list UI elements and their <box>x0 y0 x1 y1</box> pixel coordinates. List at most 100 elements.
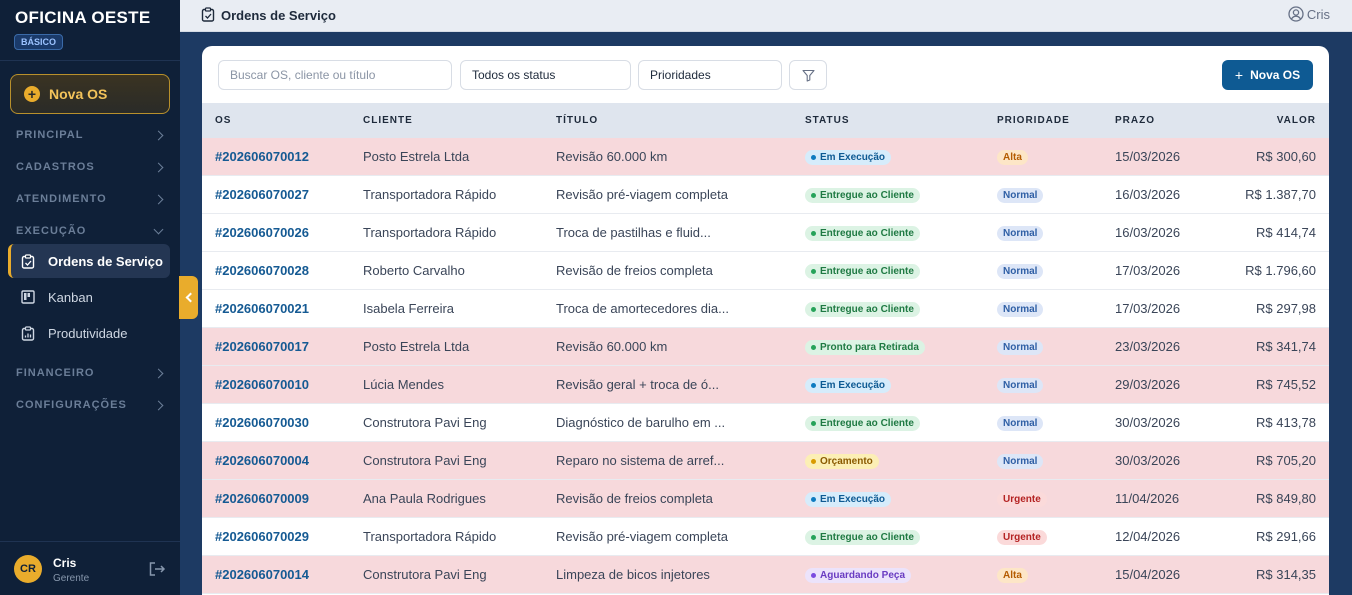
sidebar-item-ordens[interactable]: Ordens de Serviço <box>8 244 170 278</box>
topbar: Ordens de Serviço Cris <box>180 0 1352 32</box>
table-row[interactable]: #202606070010 Lúcia Mendes Revisão geral +… <box>202 366 1329 404</box>
table-row[interactable]: #202606070017 Posto Estrela Ltda Revisão 6… <box>202 328 1329 366</box>
new-os-primary-button[interactable]: + Nova OS <box>1222 60 1313 90</box>
status-label: Entregue ao Cliente <box>820 266 914 277</box>
table-row[interactable]: #202606070029 Transportadora Rápido Revisã… <box>202 518 1329 556</box>
os-number-link[interactable]: #202606070014 <box>215 567 309 582</box>
status-badge: Entregue ao Cliente <box>805 302 920 317</box>
os-number-link[interactable]: #202606070028 <box>215 263 309 278</box>
search-input[interactable] <box>218 60 452 90</box>
status-dot-icon <box>811 269 816 274</box>
order-title: Revisão geral + troca de ó... <box>556 377 719 392</box>
status-dot-icon <box>811 193 816 198</box>
filter-button[interactable] <box>789 60 827 90</box>
nav-section-execucao[interactable]: EXECUÇÃO <box>16 222 166 240</box>
due-date: 30/03/2026 <box>1115 415 1181 430</box>
os-number-link[interactable]: #202606070009 <box>215 491 309 506</box>
status-select-value: Todos os status <box>472 68 556 82</box>
order-value: R$ 291,66 <box>1256 529 1316 544</box>
order-title: Revisão pré-viagem completa <box>556 187 728 202</box>
status-dot-icon <box>811 307 816 312</box>
status-label: Entregue ao Cliente <box>820 190 914 201</box>
table-row[interactable]: #202606070026 Transportadora Rápido Troca … <box>202 214 1329 252</box>
avatar: CR <box>14 555 42 583</box>
col-status[interactable]: STATUS <box>805 115 850 126</box>
os-number-link[interactable]: #202606070012 <box>215 149 309 164</box>
section-label: CADASTROS <box>16 161 95 173</box>
table-row[interactable]: #202606070021 Isabela Ferreira Troca de am… <box>202 290 1329 328</box>
filter-icon <box>801 69 815 82</box>
order-title: Revisão pré-viagem completa <box>556 529 728 544</box>
user-menu[interactable]: Cris <box>1288 6 1330 22</box>
chart-clipboard-icon <box>20 325 36 341</box>
order-value: R$ 1.387,70 <box>1245 187 1316 202</box>
priority-badge: Alta <box>997 150 1028 165</box>
col-titulo[interactable]: TÍTULO <box>556 115 598 126</box>
clipboard-icon <box>201 7 215 22</box>
os-number-link[interactable]: #202606070010 <box>215 377 309 392</box>
status-select[interactable]: Todos os status <box>460 60 631 90</box>
logout-icon[interactable] <box>148 561 166 577</box>
col-valor[interactable]: VALOR <box>1277 115 1316 126</box>
table-row[interactable]: #202606070030 Construtora Pavi Eng Diagnós… <box>202 404 1329 442</box>
table-row[interactable]: #202606070027 Transportadora Rápido Revisã… <box>202 176 1329 214</box>
os-number-link[interactable]: #202606070029 <box>215 529 309 544</box>
order-value: R$ 413,78 <box>1256 415 1316 430</box>
nav-section-configuracoes[interactable]: CONFIGURAÇÕES <box>16 396 166 414</box>
new-os-label: Nova OS <box>49 86 108 102</box>
table-row[interactable]: #202606070028 Roberto Carvalho Revisão de … <box>202 252 1329 290</box>
sidebar: OFICINA OESTE BÁSICO + Nova OS PRINCIPAL… <box>0 0 180 595</box>
status-dot-icon <box>811 383 816 388</box>
table-row[interactable]: #202606070004 Construtora Pavi Eng Reparo … <box>202 442 1329 480</box>
due-date: 30/03/2026 <box>1115 453 1181 468</box>
os-number-link[interactable]: #202606070026 <box>215 225 309 240</box>
collapse-sidebar-button[interactable] <box>179 276 198 319</box>
nav-section-principal[interactable]: PRINCIPAL <box>16 126 166 144</box>
os-number-link[interactable]: #202606070027 <box>215 187 309 202</box>
user-circle-icon <box>1288 6 1304 22</box>
chevron-right-icon <box>153 194 164 204</box>
due-date: 17/03/2026 <box>1115 263 1181 278</box>
status-dot-icon <box>811 497 816 502</box>
os-number-link[interactable]: #202606070030 <box>215 415 309 430</box>
plus-icon: + <box>1234 67 1244 83</box>
client-name: Ana Paula Rodrigues <box>363 491 486 506</box>
nav-section-financeiro[interactable]: FINANCEIRO <box>16 364 166 382</box>
order-value: R$ 297,98 <box>1256 301 1316 316</box>
nav-section-cadastros[interactable]: CADASTROS <box>16 158 166 176</box>
client-name: Lúcia Mendes <box>363 377 444 392</box>
chevron-right-icon <box>153 368 164 378</box>
status-dot-icon <box>811 459 816 464</box>
status-label: Orçamento <box>820 456 873 467</box>
priority-badge: Normal <box>997 226 1044 241</box>
table-row[interactable]: #202606070014 Construtora Pavi Eng Limpeza… <box>202 556 1329 594</box>
col-os[interactable]: OS <box>215 115 231 126</box>
section-label: EXECUÇÃO <box>16 225 87 237</box>
sidebar-item-kanban[interactable]: Kanban <box>8 280 170 314</box>
section-label: PRINCIPAL <box>16 129 84 141</box>
status-label: Entregue ao Cliente <box>820 228 914 239</box>
client-name: Transportadora Rápido <box>363 529 497 544</box>
priority-badge: Urgente <box>997 492 1047 507</box>
status-badge: Orçamento <box>805 454 879 469</box>
order-value: R$ 414,74 <box>1256 225 1316 240</box>
client-name: Posto Estrela Ltda <box>363 339 470 354</box>
os-number-link[interactable]: #202606070017 <box>215 339 309 354</box>
sidebar-item-produtividade[interactable]: Produtividade <box>8 316 170 350</box>
order-title: Revisão 60.000 km <box>556 339 668 354</box>
status-label: Entregue ao Cliente <box>820 418 914 429</box>
priority-select[interactable]: Prioridades <box>638 60 782 90</box>
os-number-link[interactable]: #202606070021 <box>215 301 309 316</box>
status-badge: Entregue ao Cliente <box>805 226 920 241</box>
nav-section-atendimento[interactable]: ATENDIMENTO <box>16 190 166 208</box>
col-cliente[interactable]: CLIENTE <box>363 115 413 126</box>
os-number-link[interactable]: #202606070004 <box>215 453 309 468</box>
status-label: Aguardando Peça <box>820 570 906 581</box>
table-row[interactable]: #202606070009 Ana Paula Rodrigues Revisão … <box>202 480 1329 518</box>
table-row[interactable]: #202606070012 Posto Estrela Ltda Revisão 6… <box>202 138 1329 176</box>
due-date: 12/04/2026 <box>1115 529 1181 544</box>
col-prioridade[interactable]: PRIORIDADE <box>997 115 1070 126</box>
due-date: 16/03/2026 <box>1115 225 1181 240</box>
col-prazo[interactable]: PRAZO <box>1115 115 1155 126</box>
new-os-button[interactable]: + Nova OS <box>10 74 170 114</box>
